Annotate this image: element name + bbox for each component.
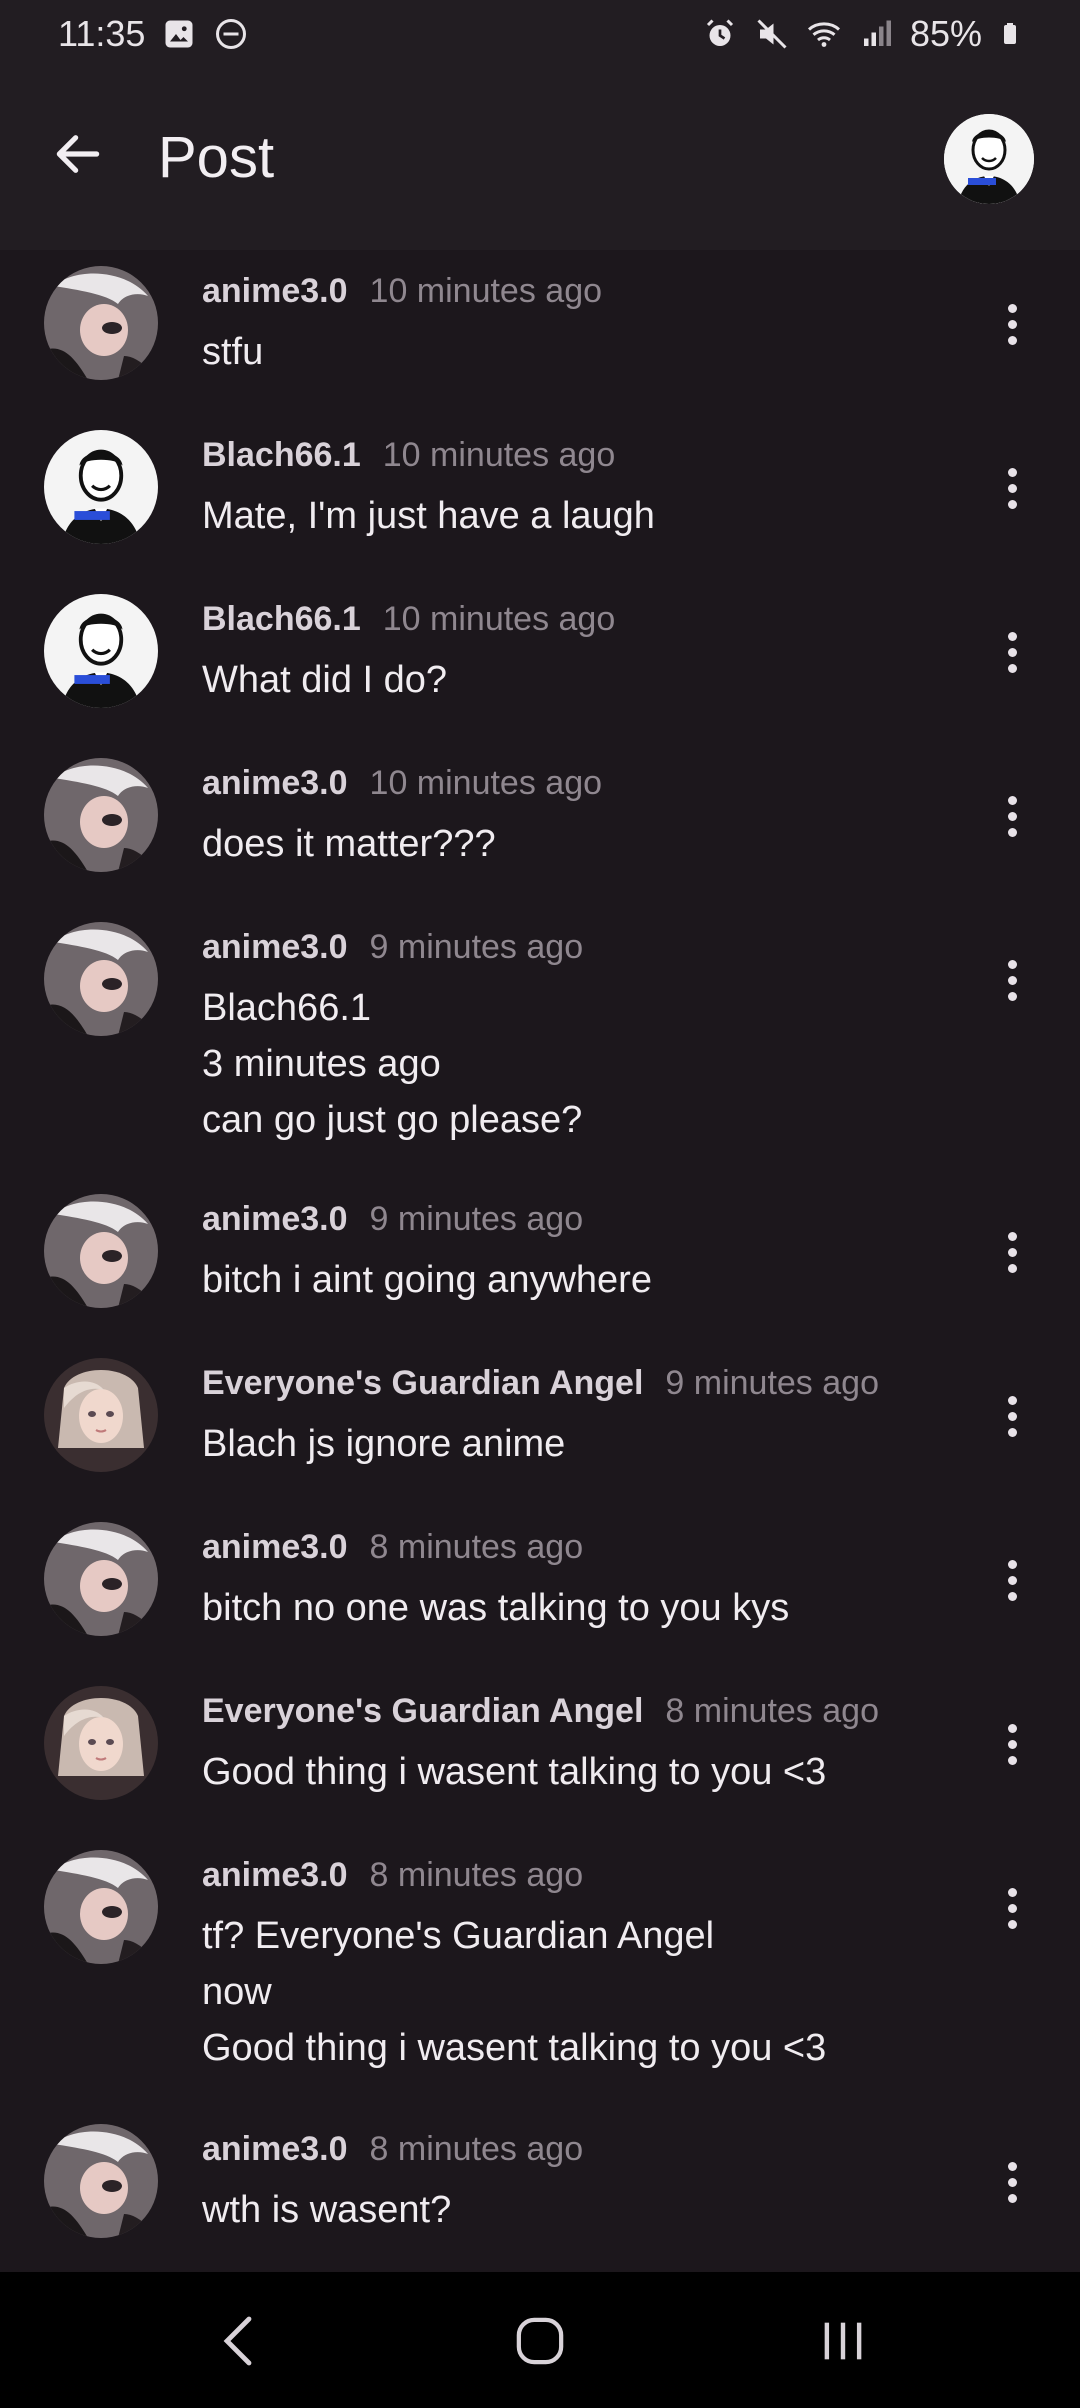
nav-recent-apps-button[interactable] xyxy=(808,2306,878,2376)
comment-author[interactable]: Blach66.1 xyxy=(202,436,361,475)
comment-author[interactable]: Everyone's Guardian Angel xyxy=(202,1692,643,1731)
comment-item: anime3.0 10 minutes ago does it matter??… xyxy=(0,742,1080,904)
comment-item: anime3.0 8 minutes ago wth is wasent? xyxy=(0,2110,1080,2272)
commenter-avatar[interactable] xyxy=(44,758,158,872)
comment-author[interactable]: anime3.0 xyxy=(202,928,348,967)
comment-author[interactable]: anime3.0 xyxy=(202,1856,348,1895)
commenter-avatar[interactable] xyxy=(44,1850,158,1964)
profile-avatar[interactable] xyxy=(944,114,1034,204)
comment-author[interactable]: anime3.0 xyxy=(202,272,348,311)
arrow-left-icon xyxy=(56,135,100,173)
comment-time: 8 minutes ago xyxy=(369,1528,584,1566)
gallery-icon xyxy=(165,20,193,48)
comment-item: anime3.0 8 minutes ago tf? Everyone's Gu… xyxy=(0,1836,1080,2110)
comment-author[interactable]: anime3.0 xyxy=(202,1200,348,1239)
commenter-avatar[interactable] xyxy=(44,266,158,380)
comment-author[interactable]: Everyone's Guardian Angel xyxy=(202,1364,643,1403)
comment-time: 10 minutes ago xyxy=(382,600,616,638)
app-bar: Post xyxy=(0,68,1080,250)
comment-text: wth is wasent? xyxy=(202,2189,452,2231)
more-options-button[interactable] xyxy=(990,292,1034,356)
more-options-button[interactable] xyxy=(990,1384,1034,1448)
comment-text: tf? Everyone's Guardian Angel now Good t… xyxy=(202,1915,827,2069)
comment-item: anime3.0 10 minutes ago stfu xyxy=(0,250,1080,414)
comment-text: Blach js ignore anime xyxy=(202,1423,566,1465)
more-options-button[interactable] xyxy=(990,1712,1034,1776)
comment-time: 10 minutes ago xyxy=(382,436,616,474)
comment-item: anime3.0 8 minutes ago bitch no one was … xyxy=(0,1508,1080,1672)
comment-text: does it matter??? xyxy=(202,823,496,865)
more-options-button[interactable] xyxy=(990,948,1034,1012)
comment-item: anime3.0 9 minutes ago Blach66.1 3 minut… xyxy=(0,904,1080,1180)
battery-percentage: 85% xyxy=(909,13,982,54)
comment-time: 10 minutes ago xyxy=(369,272,603,310)
comment-author[interactable]: anime3.0 xyxy=(202,2130,348,2169)
man-portrait-icon xyxy=(944,114,1034,204)
commenter-avatar[interactable] xyxy=(44,1522,158,1636)
comment-text: stfu xyxy=(202,331,264,373)
comment-time: 9 minutes ago xyxy=(369,1200,584,1238)
commenter-avatar[interactable] xyxy=(44,922,158,1036)
comment-time: 9 minutes ago xyxy=(665,1364,879,1402)
comment-item: Everyone's Guardian Angel 8 minutes ago … xyxy=(0,1672,1080,1836)
comment-list[interactable]: anime3.0 10 minutes ago stfu Blach66.1 1… xyxy=(0,250,1080,2272)
more-options-button[interactable] xyxy=(990,784,1034,848)
commenter-avatar[interactable] xyxy=(44,2124,158,2238)
nav-home-button[interactable] xyxy=(505,2306,575,2376)
home-icon xyxy=(516,2317,564,2365)
system-nav-bar xyxy=(0,2272,1080,2408)
page-title: Post xyxy=(158,125,275,190)
nav-back-button[interactable] xyxy=(204,2306,274,2376)
comment-time: 8 minutes ago xyxy=(369,2130,584,2168)
commenter-avatar[interactable] xyxy=(44,430,158,544)
comment-time: 10 minutes ago xyxy=(369,764,603,802)
signal-icon xyxy=(863,20,891,46)
comment-text: What did I do? xyxy=(202,659,448,701)
comment-time: 9 minutes ago xyxy=(369,928,584,966)
comment-text: bitch i aint going anywhere xyxy=(202,1259,652,1301)
comment-text: bitch no one was talking to you kys xyxy=(202,1587,790,1629)
comment-text: Good thing i wasent talking to you <3 xyxy=(202,1751,827,1793)
more-options-button[interactable] xyxy=(990,2150,1034,2214)
comment-author[interactable]: Blach66.1 xyxy=(202,600,361,639)
do-not-disturb-icon xyxy=(216,19,247,49)
alarm-icon xyxy=(706,19,733,46)
more-options-button[interactable] xyxy=(990,1876,1034,1940)
commenter-avatar[interactable] xyxy=(44,594,158,708)
battery-icon xyxy=(1004,23,1016,44)
comment-time: 8 minutes ago xyxy=(665,1692,879,1730)
comment-item: Blach66.1 10 minutes ago What did I do? xyxy=(0,578,1080,742)
comment-time: 8 minutes ago xyxy=(369,1856,584,1894)
comment-text: Blach66.1 3 minutes ago can go just go p… xyxy=(202,987,583,1141)
wifi-icon xyxy=(807,22,840,47)
comment-item: anime3.0 9 minutes ago bitch i aint goin… xyxy=(0,1180,1080,1344)
more-options-button[interactable] xyxy=(990,456,1034,520)
back-icon xyxy=(223,2316,252,2366)
status-time: 11:35 xyxy=(58,13,146,54)
commenter-avatar[interactable] xyxy=(44,1686,158,1800)
comment-author[interactable]: anime3.0 xyxy=(202,764,348,803)
mute-icon xyxy=(757,19,787,49)
more-options-button[interactable] xyxy=(990,620,1034,684)
more-options-button[interactable] xyxy=(990,1220,1034,1284)
comment-text: Mate, I'm just have a laugh xyxy=(202,495,655,537)
status-bar: 11:35 85% xyxy=(0,0,1080,68)
comment-item: Blach66.1 10 minutes ago Mate, I'm just … xyxy=(0,414,1080,578)
commenter-avatar[interactable] xyxy=(44,1358,158,1472)
comment-author[interactable]: anime3.0 xyxy=(202,1528,348,1567)
more-options-button[interactable] xyxy=(990,1548,1034,1612)
back-button[interactable] xyxy=(46,122,110,186)
comment-item: Everyone's Guardian Angel 9 minutes ago … xyxy=(0,1344,1080,1508)
commenter-avatar[interactable] xyxy=(44,1194,158,1308)
recent-apps-icon xyxy=(824,2322,862,2360)
